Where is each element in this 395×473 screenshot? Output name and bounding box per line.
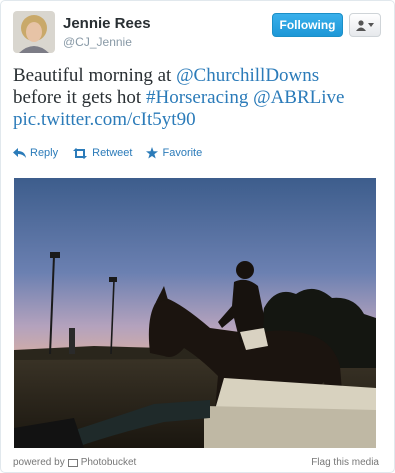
powered-by-label: powered by bbox=[13, 457, 65, 468]
retweet-icon bbox=[73, 147, 88, 159]
author-name[interactable]: Jennie Rees bbox=[63, 15, 151, 32]
reply-icon bbox=[13, 148, 26, 158]
tweet-text-segment: before it gets hot bbox=[13, 87, 146, 108]
mention-link[interactable]: @ABRLive bbox=[253, 87, 344, 108]
following-button[interactable]: Following bbox=[272, 13, 343, 37]
tweet-text: Beautiful morning at @ChurchillDowns bef… bbox=[13, 65, 383, 131]
favorite-label: Favorite bbox=[162, 147, 203, 159]
caret-down-icon bbox=[368, 23, 374, 27]
tweet-actions: Reply Retweet Favorite bbox=[13, 145, 216, 161]
tweet-header: Jennie Rees @CJ_Jennie Following bbox=[13, 11, 383, 57]
flag-media-link[interactable]: Flag this media bbox=[311, 457, 379, 468]
retweet-label: Retweet bbox=[92, 147, 133, 159]
photobucket-icon bbox=[67, 458, 78, 467]
favorite-button[interactable]: Favorite bbox=[146, 147, 202, 159]
star-icon bbox=[146, 147, 159, 159]
tweet-card: Jennie Rees @CJ_Jennie Following Beautif… bbox=[0, 0, 395, 473]
reply-label: Reply bbox=[30, 147, 59, 159]
powered-by: powered by Photobucket bbox=[13, 457, 136, 468]
reply-button[interactable]: Reply bbox=[13, 147, 58, 159]
avatar[interactable] bbox=[13, 11, 55, 53]
author-handle[interactable]: @CJ_Jennie bbox=[63, 35, 132, 49]
hashtag-link[interactable]: #Horseracing bbox=[146, 87, 248, 108]
pic-link[interactable]: pic.twitter.com/cIt5yt90 bbox=[13, 109, 196, 130]
retweet-button[interactable]: Retweet bbox=[72, 147, 132, 159]
tweet-photo[interactable] bbox=[14, 178, 376, 448]
provider-link[interactable]: Photobucket bbox=[81, 457, 137, 468]
user-icon bbox=[356, 19, 366, 31]
tweet-text-segment: Beautiful morning at bbox=[13, 65, 177, 86]
mention-link[interactable]: @ChurchillDowns bbox=[176, 65, 319, 86]
user-actions-button[interactable] bbox=[349, 13, 381, 37]
